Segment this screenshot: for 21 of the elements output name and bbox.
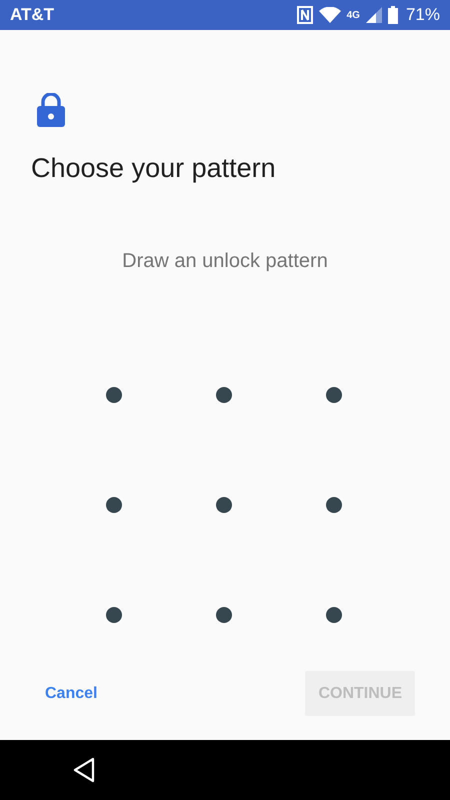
pattern-dot[interactable] [326,607,342,623]
wifi-icon [318,7,341,23]
instruction-text: Draw an unlock pattern [121,250,329,273]
signal-icon [366,7,382,23]
carrier-name: AT&T [10,5,54,25]
pattern-dot[interactable] [326,497,342,513]
pattern-dot[interactable] [216,387,232,403]
pattern-dot[interactable] [326,387,342,403]
battery-percent: 71% [406,5,440,25]
page-title: Choose your pattern [31,153,277,184]
battery-icon [388,6,398,24]
lock-icon [37,93,65,127]
pattern-dot[interactable] [106,387,122,403]
pattern-dot[interactable] [106,497,122,513]
pattern-dot[interactable] [216,497,232,513]
back-icon[interactable] [73,757,95,783]
network-type: 4G [346,10,360,20]
pattern-dot[interactable] [106,607,122,623]
nfc-icon [296,6,313,24]
cancel-button[interactable]: Cancel [32,671,110,716]
pattern-dot[interactable] [216,607,232,623]
